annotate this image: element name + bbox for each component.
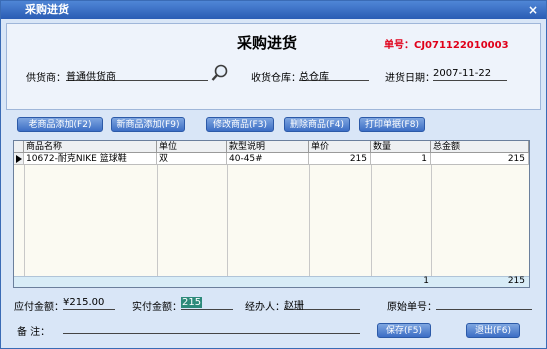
warehouse-label: 收货仓库：	[251, 73, 301, 84]
old-product-add-button[interactable]: 老商品添加(F2)	[17, 117, 103, 132]
column-header-qty[interactable]: 数量	[371, 141, 431, 153]
date-field[interactable]: 2007-11-22	[433, 68, 507, 81]
purchase-window: 采购进货 × 采购进货 单号：CJ071122010003 供货商： 普通供货商…	[0, 0, 547, 349]
order-number: 单号：CJ071122010003	[384, 40, 509, 51]
close-icon[interactable]: ×	[526, 3, 540, 17]
paid-field[interactable]: 215	[181, 297, 233, 310]
cell-unit[interactable]: 双	[157, 153, 227, 165]
supplier-field[interactable]: 普通供货商	[66, 68, 208, 83]
remark-field[interactable]	[63, 321, 360, 334]
delete-product-button[interactable]: 删除商品(F4)	[284, 117, 350, 132]
remark-label: 备 注：	[17, 327, 51, 338]
save-button[interactable]: 保存(F5)	[377, 323, 431, 338]
payable-label: 应付金额：	[14, 302, 64, 313]
product-grid[interactable]: 商品名称 单位 款型说明 单价 数量 总金额 10672-耐克NIKE 篮球鞋 …	[13, 140, 530, 288]
summary-total: 215	[507, 276, 525, 286]
edit-product-button[interactable]: 修改商品(F3)	[206, 117, 274, 132]
title-bar: 采购进货 ×	[1, 1, 546, 19]
print-button[interactable]: 打印单据(F8)	[359, 117, 425, 132]
cell-price[interactable]: 215	[309, 153, 371, 165]
handler-field[interactable]: 赵珊	[284, 297, 360, 312]
new-product-add-button[interactable]: 新商品添加(F9)	[111, 117, 185, 132]
supplier-label: 供货商：	[26, 73, 66, 84]
original-number-field[interactable]	[436, 297, 532, 310]
cell-total[interactable]: 215	[431, 153, 529, 165]
handler-label: 经办人：	[245, 302, 285, 313]
column-header-unit[interactable]: 单位	[157, 141, 227, 153]
form-title: 采购进货	[237, 34, 298, 52]
column-header-style[interactable]: 款型说明	[227, 141, 309, 153]
header-panel: 采购进货 单号：CJ071122010003 供货商： 普通供货商 收货仓库： …	[6, 23, 541, 110]
grid-divider	[24, 165, 25, 276]
cell-name[interactable]: 10672-耐克NIKE 篮球鞋	[24, 153, 157, 165]
grid-divider	[309, 165, 310, 276]
grid-divider	[371, 165, 372, 276]
window-title: 采购进货	[25, 3, 69, 16]
payable-field: ¥215.00	[63, 297, 115, 310]
paid-value-selected: 215	[181, 297, 203, 308]
column-header-total[interactable]: 总金额	[431, 141, 529, 153]
original-number-label: 原始单号：	[387, 302, 437, 313]
column-header-price[interactable]: 单价	[309, 141, 371, 153]
cell-qty[interactable]: 1	[371, 153, 431, 165]
date-label: 进货日期：	[385, 73, 435, 84]
summary-qty: 1	[423, 276, 429, 286]
row-indicator	[14, 153, 24, 165]
column-header-name[interactable]: 商品名称	[24, 141, 157, 153]
row-indicator-header	[14, 141, 24, 153]
cell-style[interactable]: 40-45#	[227, 153, 309, 165]
exit-button[interactable]: 退出(F6)	[466, 323, 520, 338]
search-icon[interactable]	[211, 64, 229, 82]
current-row-arrow-icon	[16, 155, 22, 163]
grid-divider	[431, 165, 432, 276]
grid-divider	[227, 165, 228, 276]
warehouse-field[interactable]: 总仓库	[299, 68, 369, 83]
paid-label: 实付金额：	[132, 302, 182, 313]
grid-divider	[157, 165, 158, 276]
